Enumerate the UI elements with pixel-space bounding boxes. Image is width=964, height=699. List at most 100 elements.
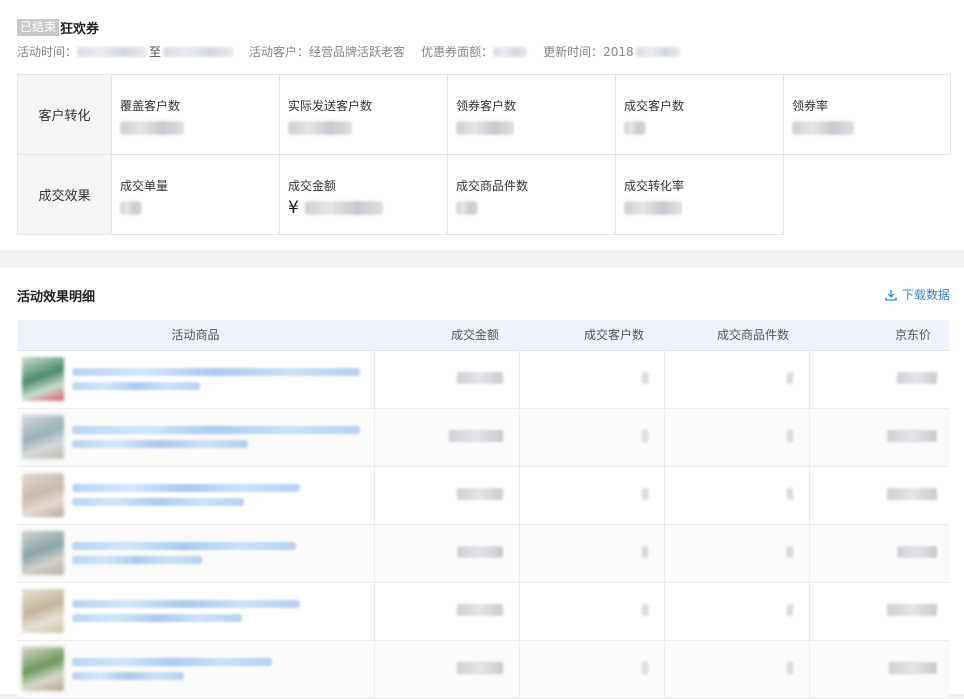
product-name-link-redacted[interactable]	[72, 484, 300, 492]
detail-table: 活动商品 成交金额 成交客户数 成交商品件数 京东价	[17, 320, 949, 699]
items-cell	[664, 408, 810, 467]
section-title: 活动效果明细	[17, 290, 96, 305]
product-name-link-redacted[interactable]	[72, 672, 184, 680]
product-cell	[17, 582, 375, 641]
metric-value-redacted	[624, 201, 682, 215]
amount-cell	[374, 582, 520, 641]
metric-label: 实际发送客户数	[288, 99, 373, 113]
product-name-link-redacted[interactable]	[72, 498, 244, 506]
product-name-link-redacted[interactable]	[72, 426, 360, 434]
table-row[interactable]	[17, 408, 949, 467]
jd-price-redacted	[897, 371, 937, 384]
customers-cell	[519, 408, 665, 467]
activity-customer-label: 活动客户：	[249, 45, 310, 59]
table-row[interactable]	[17, 350, 949, 409]
product-cell	[17, 466, 375, 525]
metric-covered-customers: 覆盖客户数	[111, 74, 280, 155]
product-thumbnail[interactable]	[22, 357, 64, 401]
items-redacted	[786, 429, 793, 442]
table-row[interactable]	[17, 582, 949, 641]
activity-end-date-redacted	[163, 46, 234, 57]
metric-label: 领券客户数	[456, 99, 517, 113]
activity-start-date-redacted	[77, 46, 148, 57]
metric-sent-customers: 实际发送客户数	[279, 74, 448, 155]
metric-value-redacted	[456, 201, 478, 215]
product-name-link-redacted[interactable]	[72, 658, 272, 666]
items-cell	[664, 466, 810, 525]
download-button[interactable]: 下载数据	[885, 286, 950, 303]
jd-price-cell	[809, 640, 949, 699]
product-thumbnail[interactable]	[22, 531, 64, 575]
items-cell	[664, 582, 810, 641]
status-badge: 已结束	[17, 18, 60, 36]
table-row[interactable]	[17, 466, 949, 525]
product-name-link-redacted[interactable]	[72, 600, 300, 608]
activity-customer: 活动客户： 经营品牌活跃老客	[249, 43, 405, 60]
product-thumbnail[interactable]	[22, 415, 64, 459]
metric-deal-customers: 成交客户数	[615, 74, 784, 155]
items-cell	[664, 524, 810, 583]
metric-value-redacted	[120, 121, 184, 135]
metric-label: 成交客户数	[624, 99, 685, 113]
jd-price-redacted	[887, 487, 937, 500]
customers-redacted	[641, 371, 648, 384]
detail-header-row: 活动商品 成交金额 成交客户数 成交商品件数 京东价	[17, 320, 949, 351]
amount-redacted	[456, 371, 503, 384]
column-header-customers: 成交客户数	[519, 320, 664, 351]
metric-coupon-customers: 领券客户数	[447, 74, 616, 155]
metric-value-redacted	[304, 201, 383, 215]
product-thumbnail[interactable]	[22, 647, 64, 691]
metric-label: 成交商品件数	[456, 179, 529, 193]
amount-cell	[374, 640, 520, 699]
update-time-value: 2018	[603, 44, 634, 59]
metric-label: 领券率	[792, 99, 829, 113]
activity-customer-value: 经营品牌活跃老客	[309, 45, 406, 59]
customers-redacted	[641, 661, 648, 674]
metric-value-redacted	[792, 121, 854, 135]
metric-coupon-rate: 领券率	[783, 74, 951, 155]
product-name-link-redacted[interactable]	[72, 556, 202, 564]
customers-cell	[519, 640, 665, 699]
customers-cell	[519, 350, 665, 409]
jd-price-redacted	[887, 603, 937, 616]
effect-row-label: 成交效果	[17, 154, 112, 235]
customers-cell	[519, 524, 665, 583]
jd-price-cell	[809, 582, 949, 641]
product-cell	[17, 524, 375, 583]
items-redacted	[786, 661, 793, 674]
product-thumbnail[interactable]	[22, 473, 64, 517]
metric-label: 成交单量	[120, 179, 169, 193]
product-name-link-redacted[interactable]	[72, 614, 242, 622]
items-redacted	[786, 603, 793, 616]
conversion-row: 客户转化 覆盖客户数 实际发送客户数 领券客户数 成交客户数 领券率	[17, 74, 951, 155]
jd-price-redacted	[887, 429, 937, 442]
jd-price-redacted	[889, 661, 937, 674]
table-row[interactable]	[17, 524, 949, 583]
product-name-link-redacted[interactable]	[72, 382, 200, 390]
empty-cell	[783, 154, 951, 235]
table-row[interactable]	[17, 640, 949, 699]
jd-price-cell	[809, 524, 949, 583]
customers-redacted	[641, 545, 648, 558]
download-label: 下载数据	[901, 288, 950, 302]
amount-redacted	[456, 487, 503, 500]
product-name-link-redacted[interactable]	[72, 542, 296, 550]
detail-card: 活动效果明细 下载数据 活动商品 成交金额 成交客户数 成交商品件数 京东价	[0, 268, 964, 699]
product-name-link-redacted[interactable]	[72, 440, 248, 448]
coupon-amount-label: 优惠券面额：	[421, 45, 494, 59]
product-cell	[17, 350, 375, 409]
metric-conversion-rate: 成交转化率	[615, 154, 784, 235]
metric-value-redacted	[624, 121, 646, 135]
activity-meta: 活动时间： 至 活动客户： 经营品牌活跃老客 优惠券面额： 更新时间： 2018	[17, 43, 696, 60]
product-name-link-redacted[interactable]	[72, 368, 360, 376]
amount-cell	[374, 408, 520, 467]
update-time-redacted	[635, 46, 680, 57]
update-time: 更新时间： 2018	[543, 43, 680, 60]
column-header-amount: 成交金额	[374, 320, 519, 351]
product-cell	[17, 640, 375, 699]
activity-time-separator: 至	[149, 45, 162, 59]
amount-cell	[374, 524, 520, 583]
product-thumbnail[interactable]	[22, 589, 64, 633]
customers-cell	[519, 466, 665, 525]
stats-table: 客户转化 覆盖客户数 实际发送客户数 领券客户数 成交客户数 领券率 成交效果 …	[17, 74, 951, 235]
